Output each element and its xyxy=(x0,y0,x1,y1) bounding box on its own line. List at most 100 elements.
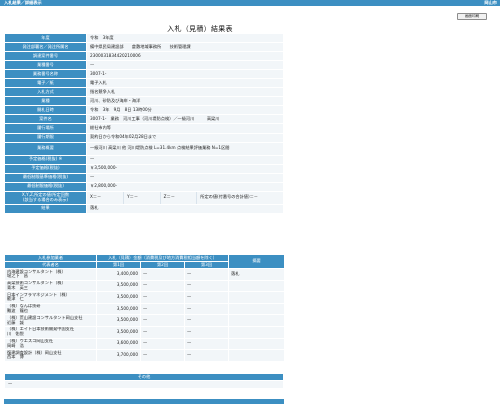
info-label: 履行場所 xyxy=(4,123,87,134)
score-z: Z＝－ xyxy=(160,192,198,204)
top-bar: 入札結果／詳細表示 岡山市 xyxy=(0,0,500,6)
info-label: 発注部署名／発注所属名 xyxy=(4,42,87,53)
info-value: 令和 3年度 xyxy=(86,32,284,44)
info-row: 入札方式 指名競争入札 xyxy=(4,87,284,98)
info-value: ￥3,500,000- xyxy=(86,163,284,174)
info-value: — xyxy=(86,60,284,71)
info-row: 年度 令和 3年度 xyxy=(4,32,284,44)
note-cell xyxy=(228,302,286,316)
info-label: 履行期限 xyxy=(4,132,87,143)
round1-amount: 3,400,000 xyxy=(96,268,141,281)
footer-bar xyxy=(4,399,284,404)
score-label: X,Y,Z,所定の値/所定回数 (該当する場合のみ表示) xyxy=(4,190,87,205)
bidder-cell: 内海建設コンサルタント（株） 堀之下 昌 xyxy=(4,268,97,281)
bidder-cell: 日本インフラマネジメント（株） 能津 仁 xyxy=(4,291,97,304)
info-value: 総社市内等 xyxy=(86,123,284,134)
col-amount-group: 入札（見積）金額（消費税及び地方消費税相当額を除く） xyxy=(95,254,230,262)
rep-name: 能津 仁 xyxy=(7,296,24,302)
rep-name: 近藤 誠 xyxy=(7,319,24,325)
info-value: ￥2,800,000- xyxy=(86,181,284,192)
note-cell xyxy=(228,349,286,362)
info-label: 案件名 xyxy=(4,114,87,125)
table-row: 内海建設コンサルタント（株） 堀之下 昌 3,400,000 — — 落札 xyxy=(4,268,286,281)
breadcrumb: 入札結果／詳細表示 xyxy=(4,0,42,5)
rep-name: 岡崎 浩 xyxy=(7,342,24,348)
round1-amount: 3,500,000 xyxy=(96,279,141,293)
round2-amount: — xyxy=(140,302,185,316)
info-label: 予定価格(税抜) ※ xyxy=(4,154,87,165)
table-row: 高梁技術コンサルタント（株） 青木 英三 3,500,000 — — xyxy=(4,279,286,293)
note-cell xyxy=(228,325,286,339)
table-row: （株）ウエスコ岡山支社 岡崎 浩 3,600,000 — — xyxy=(4,337,286,351)
bidder-cell: （株）なんば技研 難波 龍也 xyxy=(4,302,97,316)
rep-name: 難波 龍也 xyxy=(7,308,28,314)
org-name: 岡山市 xyxy=(484,0,497,5)
result-label: 結果 xyxy=(4,203,87,214)
other-value: — xyxy=(4,380,284,389)
bidder-cell: （株）荒山建設コンサルタント岡山支社 近藤 誠 xyxy=(4,314,97,327)
info-row: 業種番号 — xyxy=(4,60,284,71)
note-cell xyxy=(228,279,286,293)
score-y: Y＝－ xyxy=(123,192,161,204)
round2-amount: — xyxy=(140,268,185,281)
round3-amount: — xyxy=(183,349,230,362)
rep-name: 青木 英三 xyxy=(7,284,28,290)
round1-amount: 3,600,000 xyxy=(96,337,141,351)
note-cell xyxy=(228,291,286,304)
info-row: 業務番号名称 3007-1- xyxy=(4,69,284,80)
print-button[interactable]: 画面印刷 xyxy=(457,13,487,20)
round3-amount: — xyxy=(183,302,230,316)
info-row: 業務概要 一級河川 高梁川 他 河川堤防点検 L=31.4km 点検結果評価業務 … xyxy=(4,141,284,156)
score-label-line2: (該当する場合のみ表示) xyxy=(22,196,69,202)
round1-amount: 3,500,000 xyxy=(96,325,141,339)
info-value: 電子入札 xyxy=(86,78,284,89)
round2-amount: — xyxy=(140,349,185,362)
score-row: X,Y,Z,所定の値/所定回数 (該当する場合のみ表示) X＝－ Y＝－ Z＝－… xyxy=(4,190,284,205)
col-round3: 第3回 xyxy=(183,261,230,269)
info-label: 業務概要 xyxy=(4,141,87,156)
result-row: 結果 落札 xyxy=(4,203,284,214)
rep-name: 川 佑悦 xyxy=(7,331,24,337)
info-label: 業種 xyxy=(4,96,87,107)
bidder-cell: 高梁技術コンサルタント（株） 青木 英三 xyxy=(4,279,97,293)
col-round1: 第1回 xyxy=(96,261,141,269)
info-row: 調達案件番号 2300031834420210006 xyxy=(4,51,284,62)
table-row: （株）荒山建設コンサルタント岡山支社 近藤 誠 3,500,000 — — xyxy=(4,314,286,327)
info-label: 開札日時 xyxy=(4,105,87,116)
info-value: 3007-1- xyxy=(86,69,284,80)
info-value: 契約日から令和04年02月28日まで xyxy=(86,132,284,143)
table-row: （株）なんば技研 難波 龍也 3,500,000 — — xyxy=(4,302,286,316)
round2-amount: — xyxy=(140,325,185,339)
round1-amount: 3,500,000 xyxy=(96,314,141,327)
info-label: 業種番号 xyxy=(4,60,87,71)
info-row: 案件名 3007-1- 業務 河川工事（河川堤防点検）／一級河川 高梁川 xyxy=(4,114,284,125)
score-total: 所定の値(付番号の合計値)＝－ xyxy=(196,192,283,204)
score-x: X＝－ xyxy=(87,192,125,204)
table-row: 日本インフラマネジメント（株） 能津 仁 3,500,000 — — xyxy=(4,291,286,304)
round1-amount: 3,500,000 xyxy=(96,302,141,316)
table-row: （株）エイト日本技術開発中国支社川 佑悦 3,500,000 — — xyxy=(4,325,286,339)
info-value: — xyxy=(86,154,284,165)
bidder-cell: 復建調査設計（株）岡山支社 西本 博 xyxy=(4,349,97,362)
other-heading: その他 xyxy=(4,373,284,381)
round3-amount: — xyxy=(183,279,230,293)
col-round2: 第2回 xyxy=(140,261,185,269)
table-row: 復建調査設計（株）岡山支社 西本 博 3,700,000 — — xyxy=(4,349,286,362)
bidders-header-row: 入札参加業者 入札（見積）金額（消費税及び地方消費税相当額を除く） 摘要 xyxy=(4,254,286,269)
info-label: 予定価格(税抜) xyxy=(4,163,87,174)
round1-amount: 3,500,000 xyxy=(96,291,141,304)
info-row: 履行期限 契約日から令和04年02月28日まで xyxy=(4,132,284,143)
rep-name: 堀之下 昌 xyxy=(7,273,28,279)
info-row: 履行場所 総社市内等 xyxy=(4,123,284,134)
info-value: — xyxy=(86,172,284,183)
round3-amount: — xyxy=(183,268,230,281)
info-value: 令和 3年 9月 8日 13時00分 xyxy=(86,105,284,116)
info-label: 調達案件番号 xyxy=(4,51,87,62)
rep-name: 西本 博 xyxy=(7,354,24,360)
note-cell: 落札 xyxy=(228,268,286,281)
score-values: X＝－ Y＝－ Z＝－ 所定の値(付番号の合計値)＝－ xyxy=(86,190,284,205)
info-label: 業務番号名称 xyxy=(4,69,87,80)
round3-amount: — xyxy=(183,291,230,304)
info-value: 備中県民局建設部 倉敷地域事務所 技術管理課 xyxy=(86,42,284,53)
note-cell xyxy=(228,337,286,351)
